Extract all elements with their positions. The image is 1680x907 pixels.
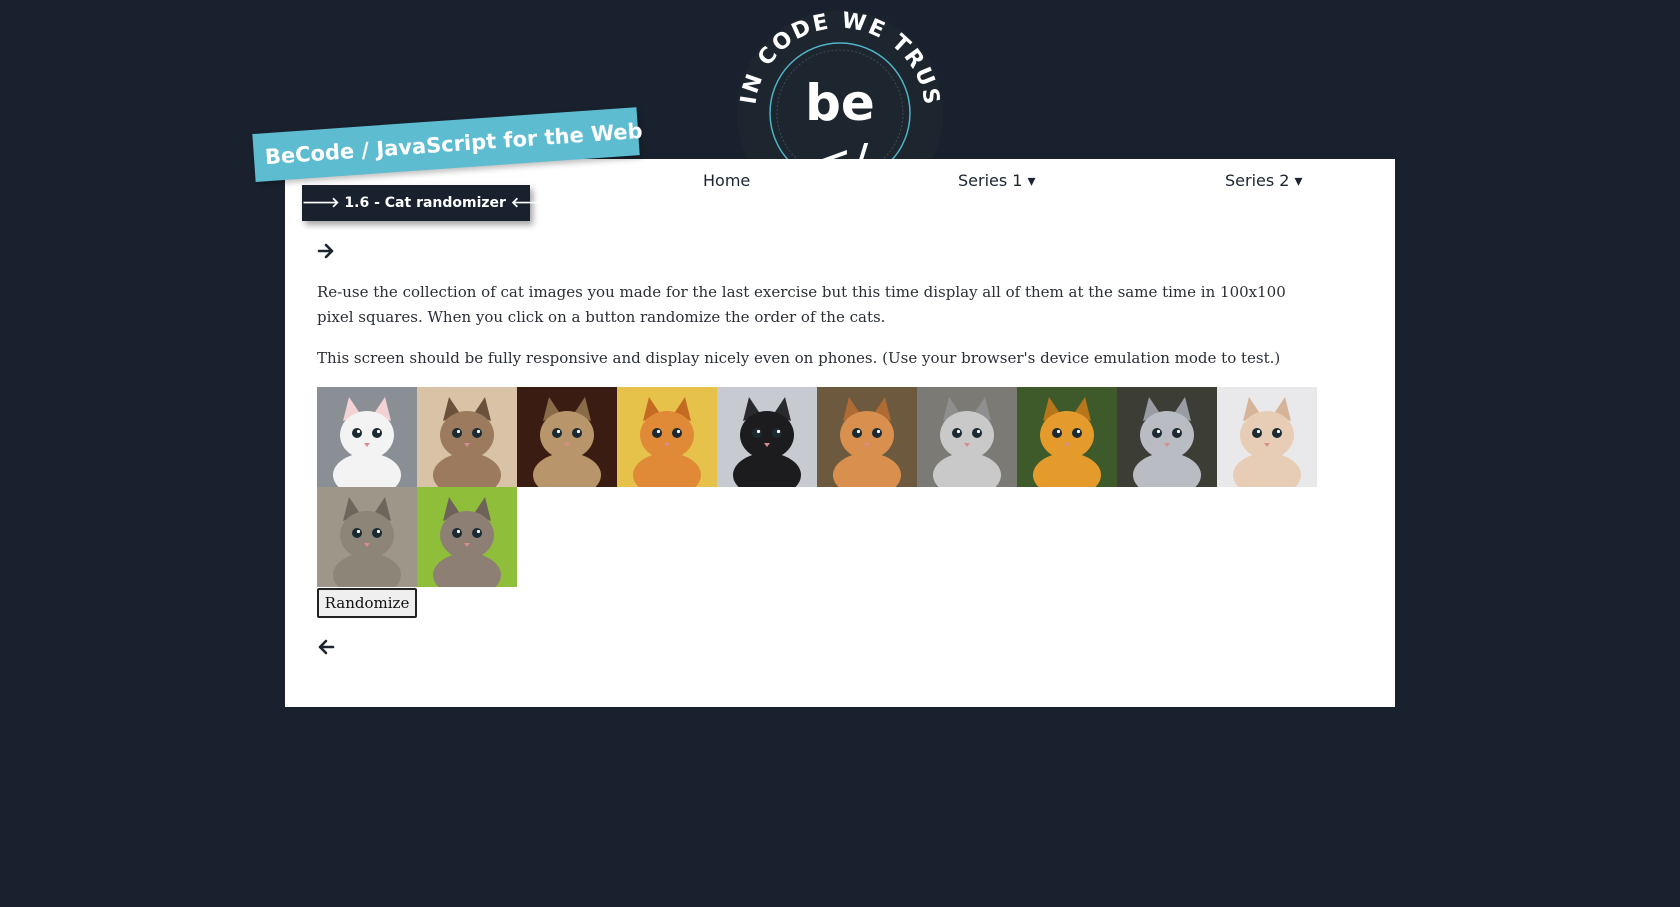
cat-image-orange-kitten	[617, 387, 717, 487]
responsive-note-paragraph: This screen should be fully responsive a…	[317, 349, 1281, 367]
cat-image-cream-kitten	[1217, 387, 1317, 487]
cat-image-puss-in-boots	[1017, 387, 1117, 487]
content-card: Home Series 1 ▾ Series 2 ▾ Re-use the co…	[285, 159, 1395, 707]
randomize-button[interactable]: Randomize	[317, 588, 417, 618]
exercise-title-tag: 🡒 1.6 - Cat randomizer 🡐	[302, 185, 548, 221]
nav-series2-dropdown[interactable]: Series 2 ▾	[1225, 171, 1303, 190]
cat-image-black-white-kitten	[717, 387, 817, 487]
nav-home-link[interactable]: Home	[703, 171, 750, 190]
arrow-left-icon[interactable]	[317, 639, 335, 655]
cat-image-kitten-in-grass	[417, 487, 517, 587]
arrow-right-icon[interactable]	[317, 243, 335, 259]
instructions-paragraph: Re-use the collection of cat images you …	[317, 283, 1286, 326]
cat-image-white-kitten	[317, 387, 417, 487]
cat-image-tabby-kitten	[517, 387, 617, 487]
logo-be-text: be	[805, 74, 875, 132]
cat-image-grey-white-kitten	[917, 387, 1017, 487]
cat-image-ginger-kitten	[817, 387, 917, 487]
cat-image-grey-tabby-lying	[317, 487, 417, 587]
cat-image-fluffy-brown-kitten	[417, 387, 517, 487]
nav-series1-dropdown[interactable]: Series 1 ▾	[958, 171, 1036, 190]
cat-image-grey-kitten	[1117, 387, 1217, 487]
